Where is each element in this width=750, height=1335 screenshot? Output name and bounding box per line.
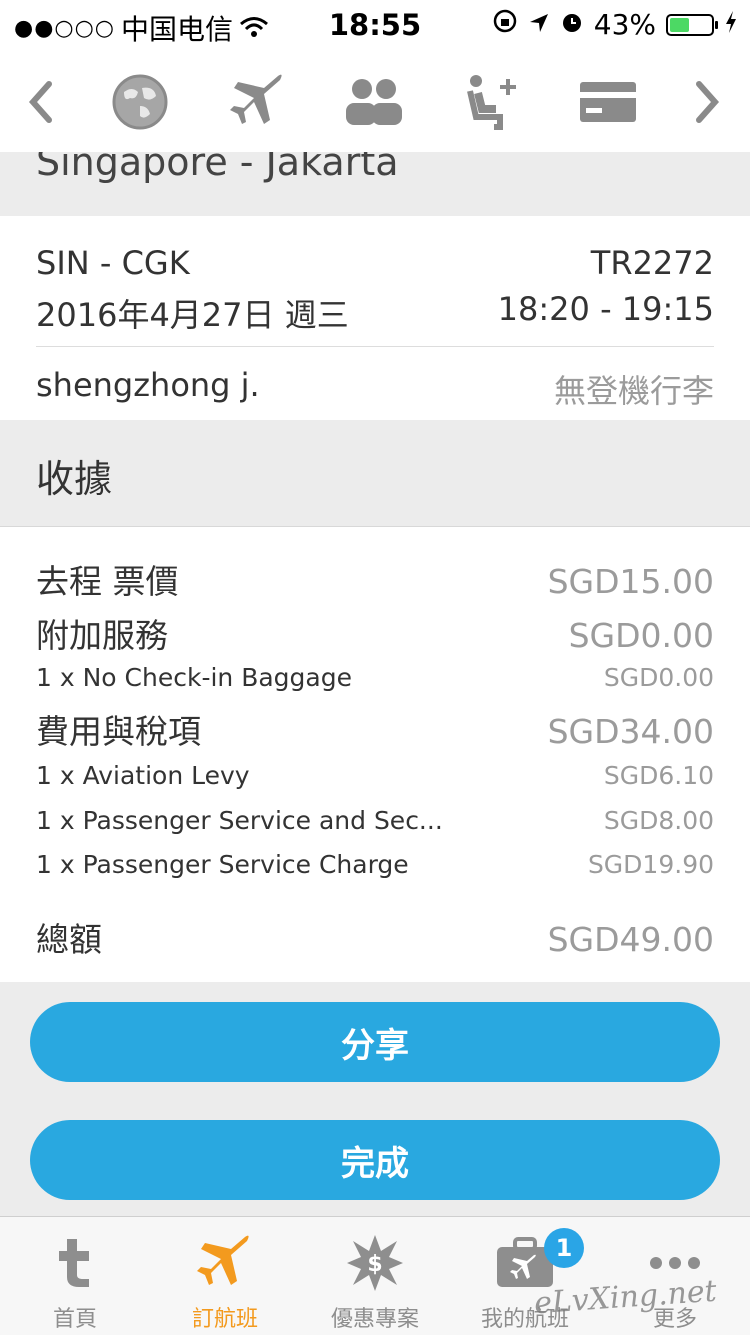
status-right: 43% — [492, 8, 738, 41]
receipt-line-label: 附加服務 — [36, 616, 168, 655]
alarm-icon — [560, 8, 584, 41]
seat-add-icon[interactable] — [460, 70, 524, 134]
receipt-line-value: SGD15.00 — [547, 562, 714, 601]
status-bar: ●●○○○ 中国电信 18:55 43% — [0, 0, 750, 52]
receipt-line: 附加服務 SGD0.00 — [36, 609, 714, 657]
tab-label: 首頁 — [52, 1307, 97, 1332]
airplane-icon[interactable] — [226, 70, 290, 134]
receipt-list: 去程 票價 SGD15.00 附加服務 SGD0.00 1 x No Check… — [0, 527, 750, 982]
divider — [36, 346, 714, 347]
receipt-subline: 1 x Passenger Service Charge SGD19.90 — [36, 850, 714, 879]
credit-card-icon[interactable] — [576, 70, 640, 134]
receipt-header: 收據 — [0, 420, 750, 527]
tab-home[interactable]: 首頁 — [0, 1217, 150, 1335]
receipt-total: 總額 SGD49.00 — [36, 913, 714, 961]
flight-time: 18:20 - 19:15 — [497, 290, 714, 328]
passengers-icon[interactable] — [342, 70, 406, 134]
booking-step-nav — [0, 52, 750, 154]
receipt-line: 費用與稅項 SGD34.00 — [36, 705, 714, 753]
receipt-subline: 1 x Aviation Levy SGD6.10 — [36, 761, 714, 790]
done-button[interactable]: 完成 — [30, 1120, 720, 1200]
receipt-line: 去程 票價 SGD15.00 — [36, 555, 714, 603]
tab-bar: 首頁 訂航班 $ 優惠專案 我的航班 更多 — [0, 1216, 750, 1335]
tab-book-flight[interactable]: 訂航班 — [150, 1217, 300, 1335]
receipt-title: 收據 — [36, 457, 113, 501]
receipt-line-label: 去程 票價 — [36, 562, 179, 601]
tab-label: 訂航班 — [191, 1307, 258, 1332]
forward-chevron-icon[interactable] — [676, 70, 740, 134]
route-code: SIN - CGK — [36, 244, 190, 282]
rotation-lock-icon — [492, 8, 518, 41]
receipt-line-value: SGD6.10 — [603, 761, 714, 790]
route-title: Singapore - Jakarta — [36, 152, 399, 184]
t-logo-icon — [0, 1231, 150, 1295]
svg-text:$: $ — [367, 1252, 382, 1277]
receipt-line-label: 1 x Passenger Service and Sec... — [36, 806, 443, 835]
receipt-line-label: 費用與稅項 — [36, 712, 201, 751]
tab-promotions[interactable]: $ 優惠專案 — [300, 1217, 450, 1335]
notification-badge: 1 — [544, 1228, 584, 1268]
tab-label: 優惠專案 — [330, 1307, 419, 1332]
receipt-line-value: SGD0.00 — [568, 616, 714, 655]
flight-number: TR2272 — [590, 244, 714, 282]
charging-icon — [724, 8, 738, 41]
flight-row-schedule: 2016年4月27日 週三 18:20 - 19:15 — [36, 290, 714, 336]
receipt-line-label: 1 x Aviation Levy — [36, 761, 250, 790]
baggage-status: 無登機行李 — [553, 372, 714, 410]
location-icon — [528, 8, 550, 41]
receipt-subline: 1 x No Check-in Baggage SGD0.00 — [36, 663, 714, 692]
route-title-bar: Singapore - Jakarta — [0, 152, 750, 214]
receipt-subline: 1 x Passenger Service and Sec... SGD8.00 — [36, 806, 714, 835]
flight-date: 2016年4月27日 週三 — [36, 296, 349, 334]
back-chevron-icon[interactable] — [8, 70, 72, 134]
passenger-row: shengzhong j. 無登機行李 — [36, 366, 714, 412]
receipt-line-value: SGD8.00 — [603, 806, 714, 835]
airplane-icon — [150, 1231, 300, 1295]
total-label: 總額 — [36, 920, 102, 959]
battery-percent: 43% — [593, 8, 656, 41]
passenger-name: shengzhong j. — [36, 366, 260, 404]
total-value: SGD49.00 — [547, 920, 714, 959]
battery-icon — [666, 13, 718, 36]
promo-star-icon: $ — [300, 1231, 450, 1295]
receipt-line-label: 1 x No Check-in Baggage — [36, 663, 352, 692]
receipt-line-label: 1 x Passenger Service Charge — [36, 850, 409, 879]
flight-row-codes: SIN - CGK TR2272 — [36, 244, 714, 282]
flight-info-card: SIN - CGK TR2272 2016年4月27日 週三 18:20 - 1… — [0, 216, 750, 420]
receipt-line-value: SGD19.90 — [587, 850, 714, 879]
share-button[interactable]: 分享 — [30, 1002, 720, 1082]
receipt-line-value: SGD0.00 — [603, 663, 714, 692]
receipt-line-value: SGD34.00 — [547, 712, 714, 751]
globe-icon[interactable] — [108, 70, 172, 134]
